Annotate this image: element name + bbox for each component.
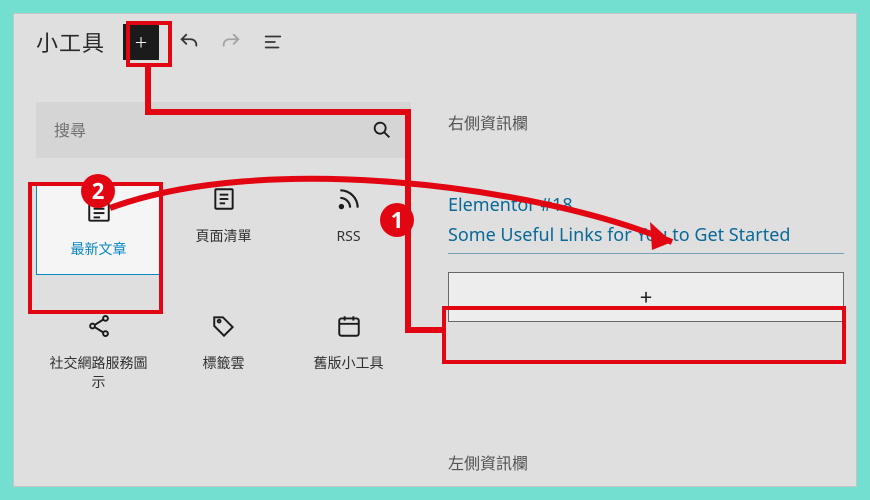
block-label: RSS [336,228,360,247]
rss-icon [334,184,364,214]
block-rss[interactable]: RSS [286,184,411,275]
block-legacy-widget[interactable]: 舊版小工具 [286,311,411,393]
plus-icon: + [640,282,653,312]
editor-window: 小工具 + [13,13,857,487]
redo-icon [220,31,242,53]
block-label: 社交網路服務圖示 [45,355,153,393]
block-page-list[interactable]: 頁面清單 [161,184,286,275]
widget-area-right: 右側資訊欄 Elementor #18 Some Useful Links fo… [448,110,844,322]
plus-icon: + [135,27,148,57]
search-field[interactable] [36,102,411,158]
block-grid: 最新文章 頁面清單 RSS [36,184,411,393]
share-icon [84,311,114,341]
add-block-button[interactable]: + [123,24,159,60]
list-icon [262,31,284,53]
redo-button[interactable] [219,30,243,54]
undo-button[interactable] [177,30,201,54]
page-title: 小工具 [36,26,105,58]
add-block-slot[interactable]: + [448,272,844,322]
undo-icon [178,31,200,53]
post-link[interactable]: Elementor #18 [448,192,844,220]
calendar-icon [334,311,364,341]
latest-posts-preview: Elementor #18 Some Useful Links for You … [448,192,844,254]
widget-area-title: 右側資訊欄 [448,110,844,134]
block-label: 舊版小工具 [314,355,384,374]
annotation-line [405,327,445,333]
block-social-icons[interactable]: 社交網路服務圖示 [36,311,161,393]
outline-button[interactable] [261,30,285,54]
block-label: 最新文章 [71,241,127,260]
page-list-icon [209,184,239,214]
block-label: 標籤雲 [203,355,245,374]
search-input[interactable] [54,119,393,141]
block-latest-posts[interactable]: 最新文章 [36,184,161,275]
topbar: 小工具 + [14,14,856,70]
latest-posts-icon [84,197,114,227]
block-tag-cloud[interactable]: 標籤雲 [161,311,286,393]
widget-area-title: 左側資訊欄 [448,450,528,474]
block-label: 頁面清單 [196,228,252,247]
tag-icon [209,311,239,341]
block-inserter-panel: 最新文章 頁面清單 RSS [36,102,411,393]
post-link[interactable]: Some Useful Links for You to Get Started [448,222,844,254]
search-icon [371,119,393,141]
